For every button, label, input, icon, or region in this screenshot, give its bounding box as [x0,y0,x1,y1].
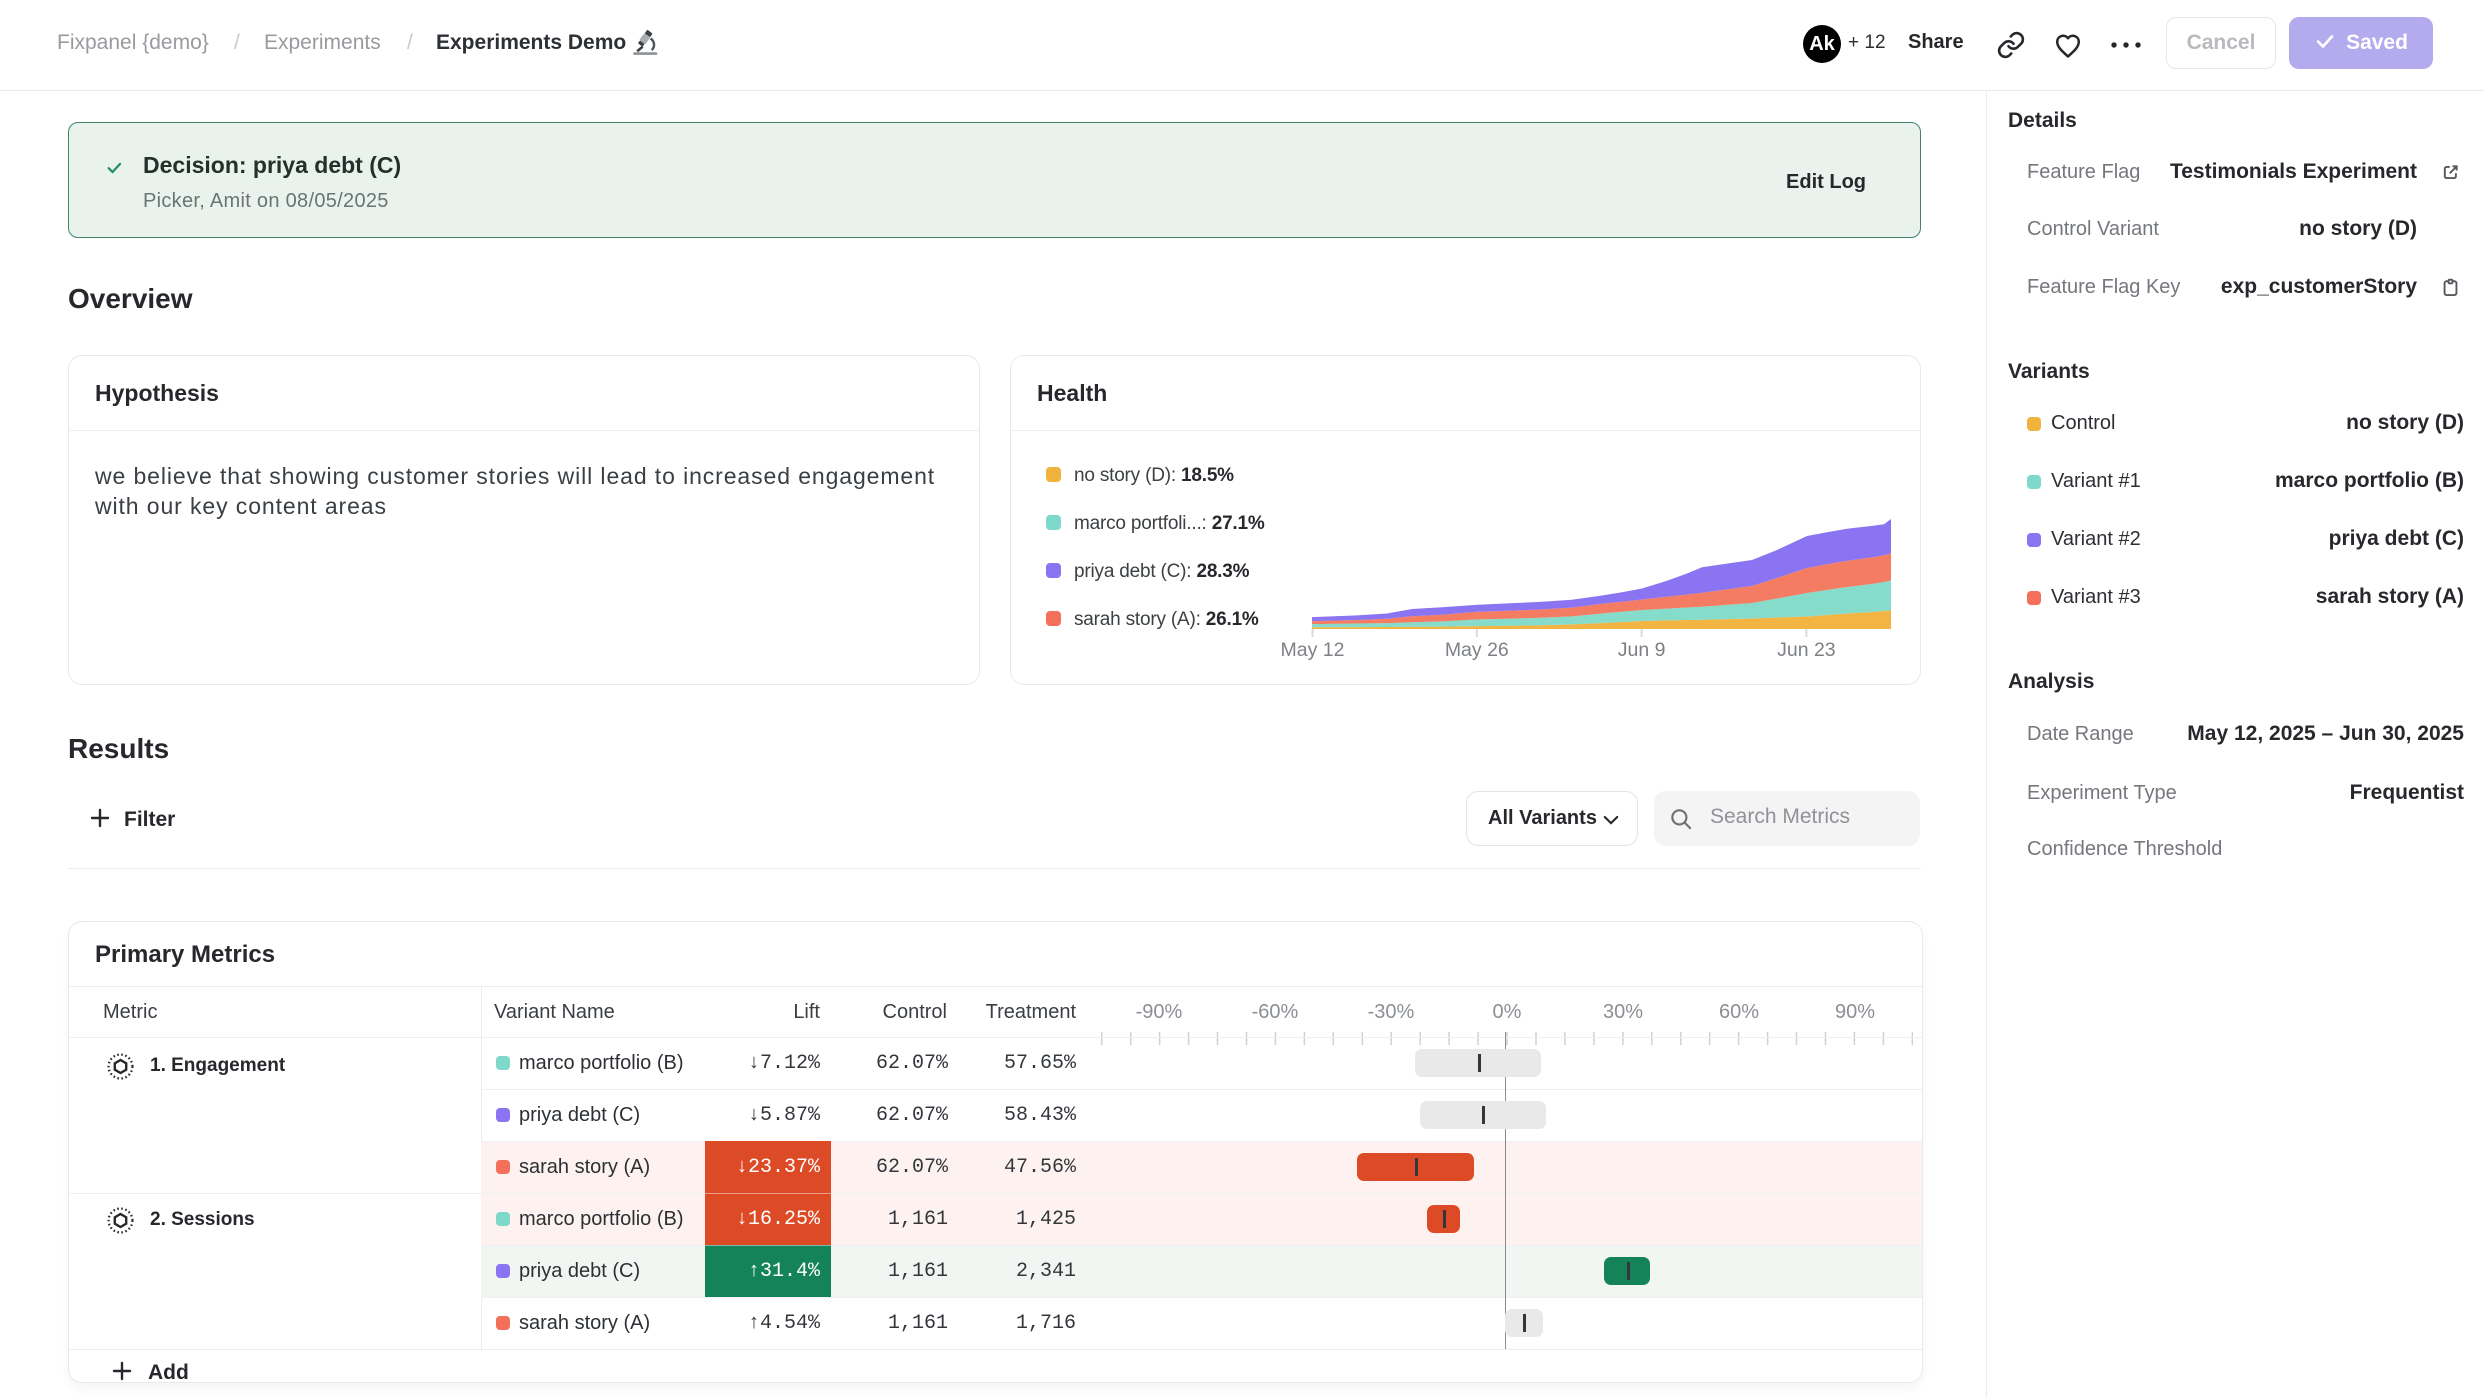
svg-text:May 26: May 26 [1445,639,1509,661]
svg-text:May 12: May 12 [1281,639,1345,661]
svg-text:Jun 9: Jun 9 [1618,639,1666,661]
svg-text:Jun 23: Jun 23 [1777,639,1836,661]
